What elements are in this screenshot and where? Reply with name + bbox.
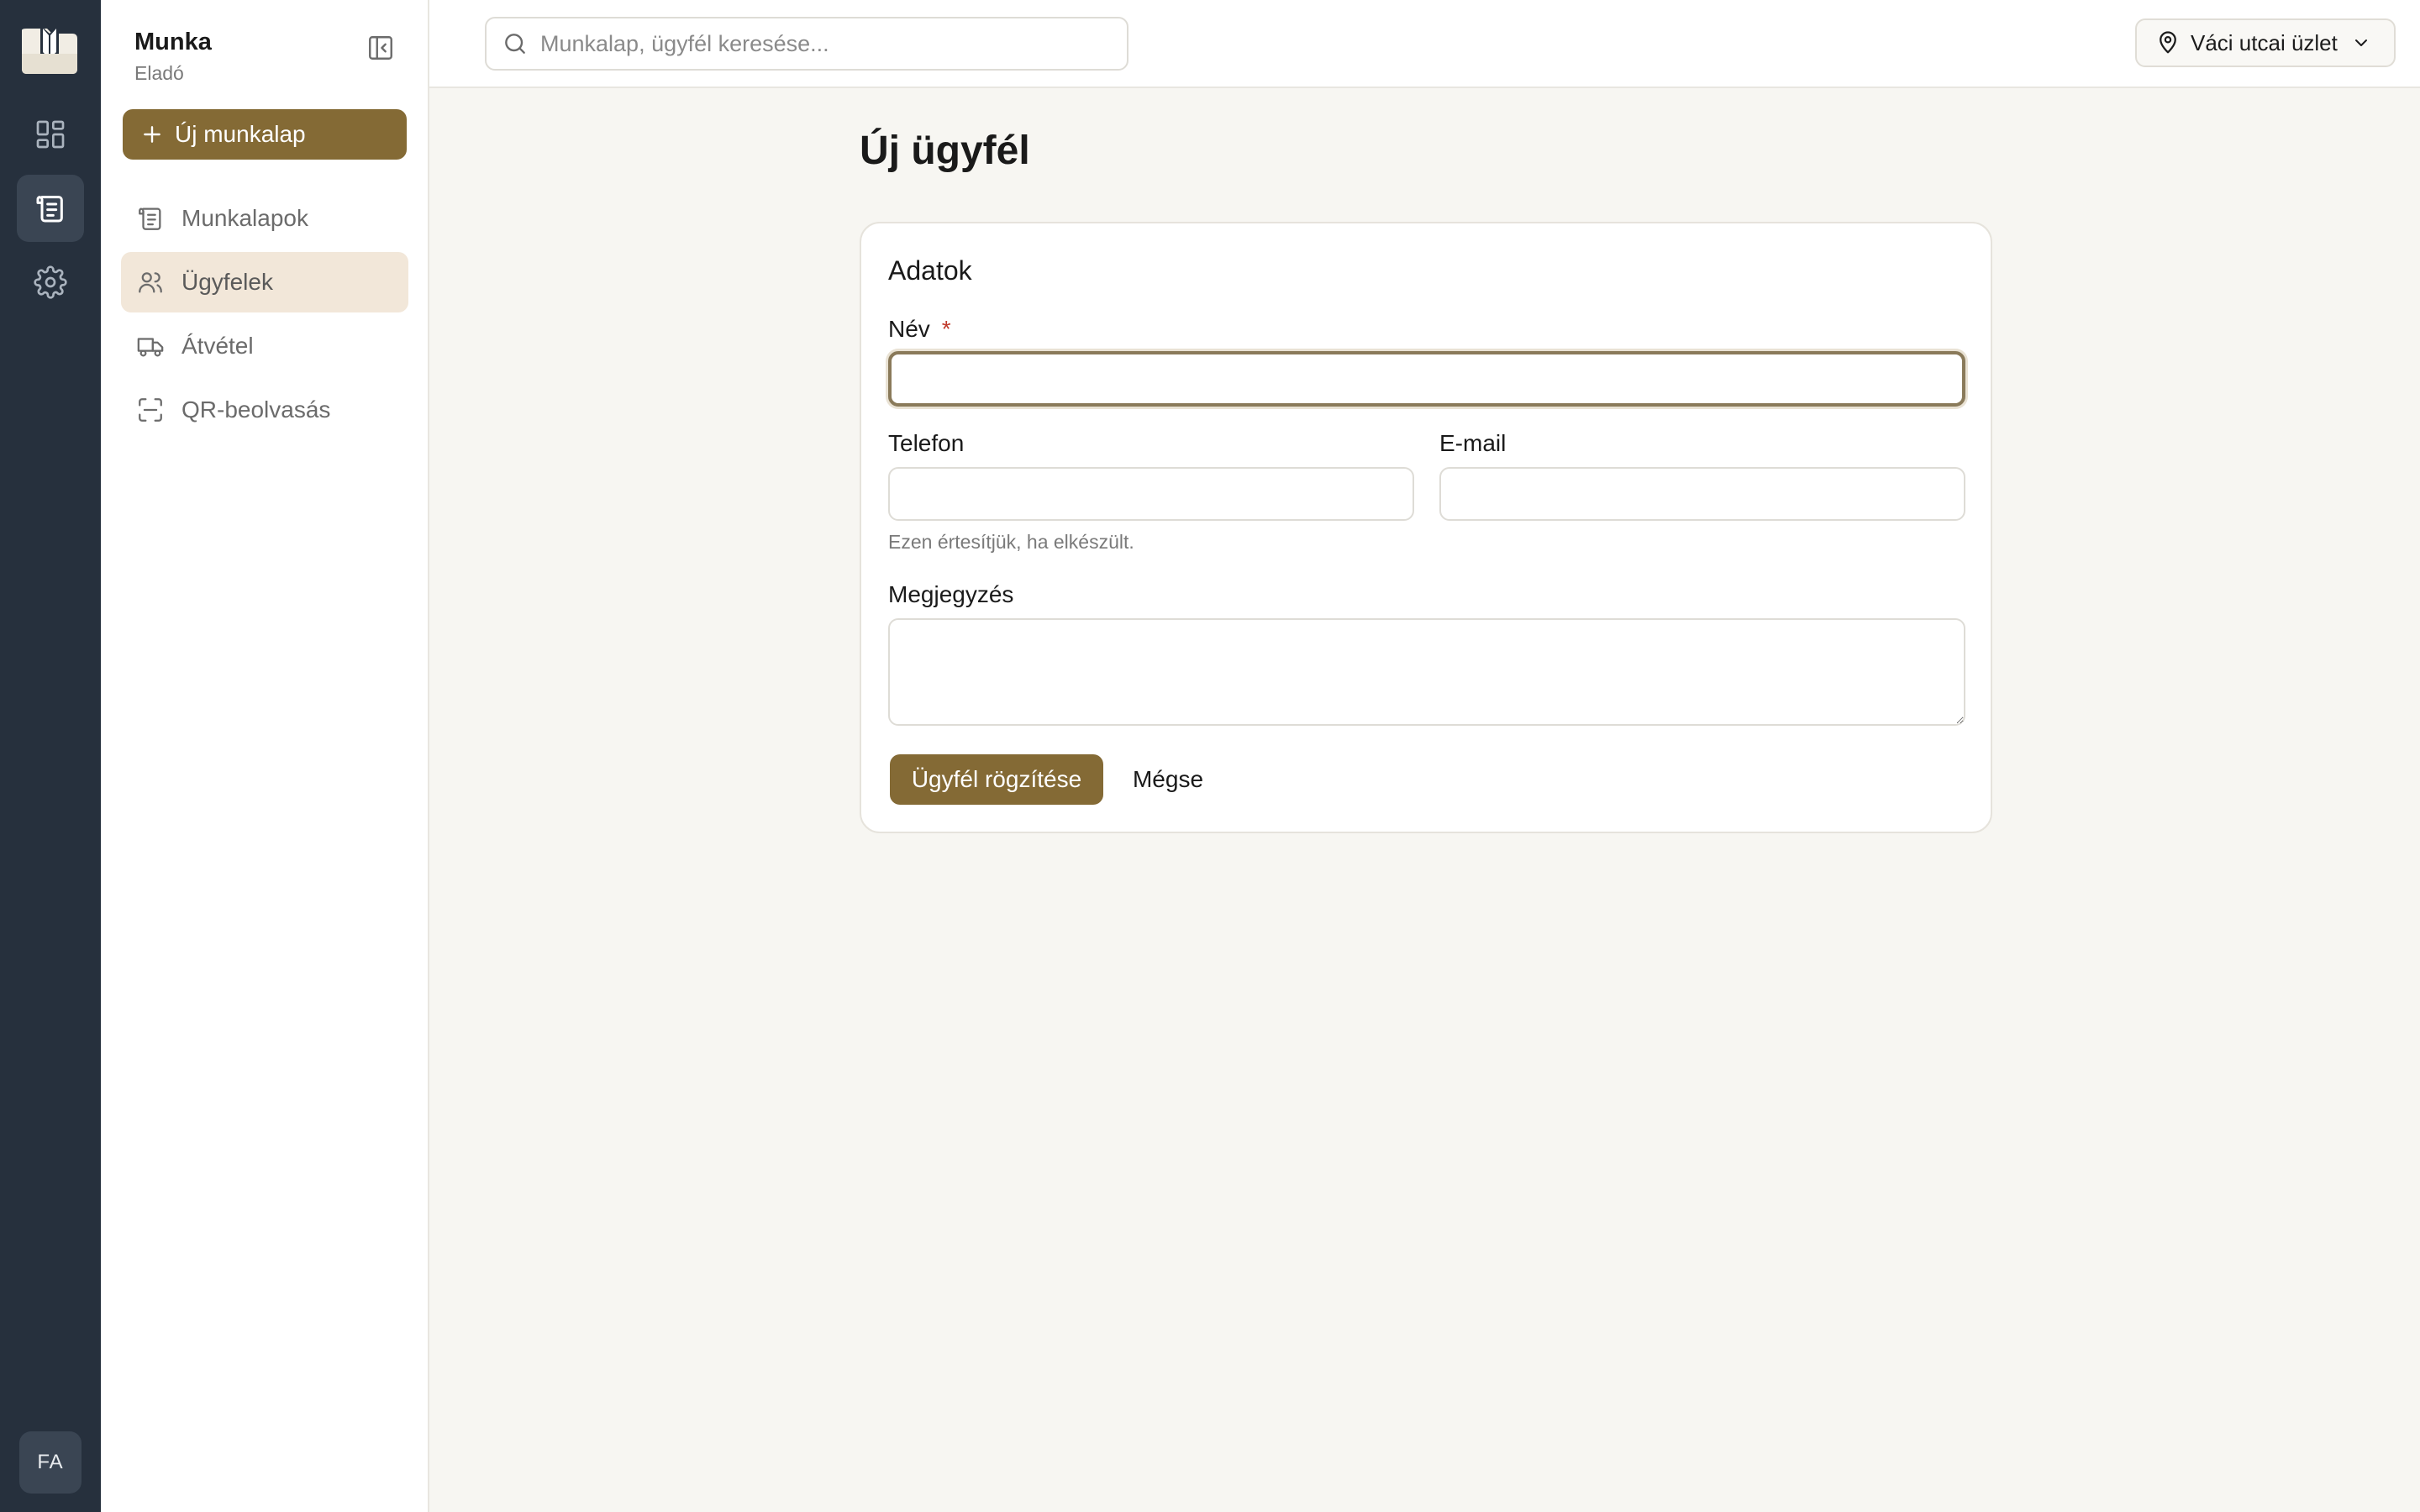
sidebar-item-pickup[interactable]: Átvétel <box>121 316 408 376</box>
avatar[interactable]: FA <box>19 1431 82 1494</box>
phone-input[interactable] <box>888 467 1414 521</box>
gear-icon <box>34 265 67 299</box>
sidebar-item-customers[interactable]: Ügyfelek <box>121 252 408 312</box>
worksheet-icon <box>36 196 63 223</box>
page-title: Új ügyfél <box>860 129 1030 173</box>
app-rail: FA <box>0 0 101 1512</box>
sidebar-collapse-button[interactable] <box>366 34 395 62</box>
users-icon <box>139 272 162 293</box>
new-worksheet-label: Új munkalap <box>175 121 306 147</box>
card-title: Adatok <box>888 255 972 286</box>
sidebar-item-qr-scan[interactable]: QR-beolvasás <box>121 380 408 440</box>
sidebar-item-label: Átvétel <box>182 333 254 359</box>
dashboard-icon <box>36 120 65 149</box>
worksheet-icon <box>139 207 161 230</box>
rail-dashboard-button[interactable] <box>17 101 84 168</box>
phone-label: Telefon <box>888 430 965 456</box>
logo-icon[interactable] <box>18 20 81 79</box>
new-worksheet-button[interactable]: Új munkalap <box>123 109 407 160</box>
name-label-text: Név <box>888 316 930 342</box>
required-mark: * <box>941 316 951 342</box>
search-input[interactable] <box>540 30 1112 57</box>
map-pin-icon <box>2160 31 2176 54</box>
rail-worksheets-button[interactable] <box>17 175 84 242</box>
sidebar-item-label: Munkalapok <box>182 205 308 231</box>
note-textarea[interactable] <box>888 618 1965 726</box>
topbar: Váci utcai üzlet <box>429 0 2420 88</box>
store-selector[interactable]: Váci utcai üzlet <box>2135 18 2396 67</box>
customer-form-card: Adatok Név * Telefon Ezen értesítjük, ha … <box>860 222 1992 833</box>
phone-hint: Ezen értesítjük, ha elkészült. <box>888 531 1134 553</box>
sidebar-collapse-icon <box>369 36 392 60</box>
email-input[interactable] <box>1439 467 1965 521</box>
note-label: Megjegyzés <box>888 581 1014 607</box>
qr-scan-icon <box>139 398 162 422</box>
sidebar-item-label: Ügyfelek <box>182 269 273 295</box>
sidebar: Munka Eladó Új munkalap Munkalapok Ügyfe… <box>101 0 429 1512</box>
save-customer-button[interactable]: Ügyfél rögzítése <box>890 754 1103 805</box>
sidebar-title: Munka <box>134 29 212 55</box>
email-label: E-mail <box>1439 430 1507 456</box>
plus-icon <box>144 126 160 143</box>
search-box[interactable] <box>485 17 1128 71</box>
app: FA Munka Eladó Új munkalap Munkalapok Üg… <box>0 0 2420 1512</box>
sidebar-item-label: QR-beolvasás <box>182 396 331 423</box>
store-selector-label: Váci utcai üzlet <box>2191 29 2338 55</box>
chevron-down-icon <box>2354 39 2367 46</box>
name-input[interactable] <box>888 351 1965 407</box>
truck-icon <box>137 338 164 357</box>
sidebar-item-worksheets[interactable]: Munkalapok <box>121 188 408 249</box>
search-icon <box>505 34 525 54</box>
rail-settings-button[interactable] <box>17 249 84 316</box>
cancel-button[interactable]: Mégse <box>1122 754 1214 805</box>
sidebar-subtitle: Eladó <box>134 62 184 84</box>
name-label: Név * <box>888 316 951 343</box>
